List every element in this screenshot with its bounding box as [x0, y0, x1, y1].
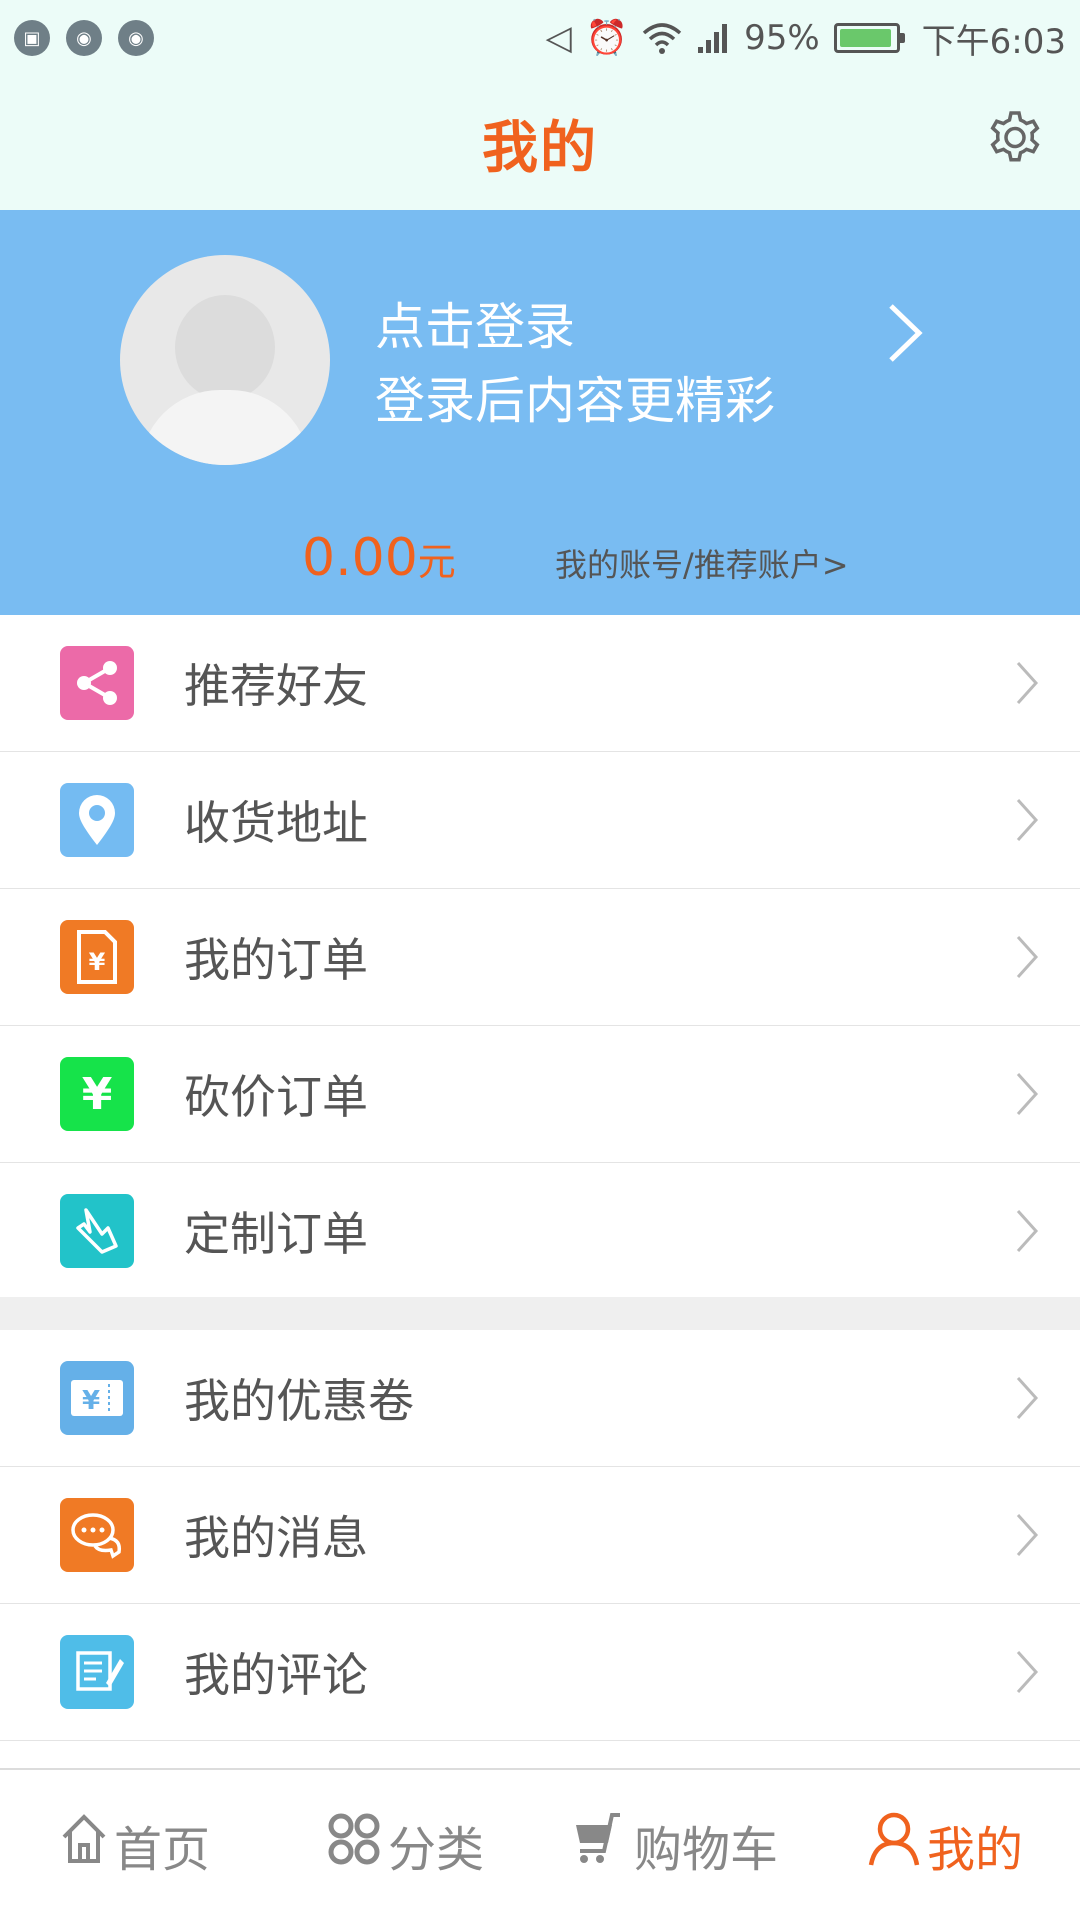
category-icon — [326, 1811, 382, 1879]
balance: 0.00元 — [302, 528, 456, 588]
wifi-icon — [642, 23, 682, 54]
tab-label: 我的 — [926, 1822, 1023, 1878]
hand-pointer-icon — [60, 1194, 134, 1268]
menu-group-account: ¥ 我的优惠卷我的消息我的评论 — [0, 1330, 1080, 1741]
yen-icon: ¥ — [60, 1057, 134, 1131]
page-header: 我的 — [0, 76, 1080, 210]
gear-icon — [990, 111, 1040, 162]
cart-icon — [572, 1813, 628, 1877]
menu-item-label: 我的优惠卷 — [184, 1374, 414, 1428]
tab-label: 购物车 — [633, 1822, 778, 1878]
android-icon: ◉ — [118, 20, 154, 56]
menu-item-label: 我的订单 — [184, 933, 368, 987]
menu-item[interactable]: 我的评论 — [0, 1604, 1080, 1741]
page-title: 我的 — [482, 115, 598, 181]
alarm-icon: ⏰ — [585, 18, 629, 58]
menu-item[interactable]: 定制订单 — [0, 1163, 1080, 1300]
chevron-right-icon — [1014, 659, 1040, 711]
coupon-icon: ¥ — [60, 1361, 134, 1435]
chevron-right-icon — [1014, 1511, 1040, 1563]
menu-item-label: 砍价订单 — [184, 1070, 368, 1124]
account-link[interactable]: 我的账号/推荐账户> — [555, 540, 849, 586]
tab-label: 首页 — [113, 1822, 210, 1878]
menu-item[interactable]: ¥ 砍价订单 — [0, 1026, 1080, 1163]
tab-label: 分类 — [387, 1822, 484, 1878]
svg-text:¥: ¥ — [82, 1386, 100, 1416]
menu-item-label: 定制订单 — [184, 1207, 368, 1261]
battery-icon — [833, 23, 905, 53]
login-subtitle: 登录后内容更精彩 — [375, 372, 775, 430]
login-text[interactable]: 点击登录 登录后内容更精彩 — [375, 290, 775, 438]
order-document-icon: ¥ — [60, 920, 134, 994]
tab-cart[interactable]: 购物车 — [540, 1770, 810, 1920]
balance-unit: 元 — [417, 540, 456, 584]
battery-percent: 95% — [744, 18, 820, 58]
menu-group-orders: 推荐好友收货地址 ¥ 我的订单 ¥ 砍价订单定制订单 — [0, 615, 1080, 1300]
avatar[interactable] — [120, 255, 330, 465]
avatar-head — [175, 295, 275, 400]
signal-icon — [698, 24, 728, 53]
menu-item-label: 推荐好友 — [184, 659, 368, 713]
chevron-right-icon — [1014, 1374, 1040, 1426]
svg-text:¥: ¥ — [89, 948, 106, 976]
menu-item-label: 我的消息 — [184, 1511, 368, 1565]
profile-card[interactable]: 点击登录 登录后内容更精彩 0.00元 我的账号/推荐账户> — [0, 210, 1080, 615]
login-prompt[interactable]: 点击登录 — [375, 290, 775, 364]
menu-item[interactable]: 推荐好友 — [0, 615, 1080, 752]
chevron-right-icon[interactable] — [885, 300, 925, 366]
image-icon: ▣ — [14, 20, 50, 56]
share-icon — [60, 646, 134, 720]
location-pin-icon — [60, 783, 134, 857]
menu-item-label: 我的评论 — [184, 1648, 368, 1702]
chevron-right-icon — [1014, 1070, 1040, 1122]
user-icon — [867, 1811, 921, 1879]
bottom-navigation: 首页 分类 购物车 我的 — [0, 1768, 1080, 1920]
menu-item[interactable]: ¥ 我的优惠卷 — [0, 1330, 1080, 1467]
notification-icons: ▣ ◉ ◉ — [14, 20, 154, 56]
menu-item-label: 收货地址 — [184, 796, 368, 850]
chevron-right-icon — [1014, 796, 1040, 848]
section-divider — [0, 1297, 1080, 1330]
tab-user[interactable]: 我的 — [810, 1770, 1080, 1920]
status-time: 下午6:03 — [921, 21, 1066, 62]
menu-item[interactable]: 我的消息 — [0, 1467, 1080, 1604]
tab-category[interactable]: 分类 — [270, 1770, 540, 1920]
comment-scroll-icon — [60, 1635, 134, 1709]
chevron-right-icon — [1014, 1207, 1040, 1259]
balance-amount: 0.00 — [302, 528, 418, 588]
chevron-right-icon — [1014, 933, 1040, 985]
avatar-body — [140, 390, 310, 465]
svg-text:¥: ¥ — [82, 1069, 113, 1119]
settings-button[interactable] — [980, 106, 1050, 176]
tab-home[interactable]: 首页 — [0, 1770, 270, 1920]
menu-item[interactable]: ¥ 我的订单 — [0, 889, 1080, 1026]
chat-bubbles-icon — [60, 1498, 134, 1572]
menu-item[interactable]: 收货地址 — [0, 752, 1080, 889]
android-icon: ◉ — [66, 20, 102, 56]
chevron-right-icon — [1014, 1648, 1040, 1700]
battery-level-fill — [839, 29, 891, 47]
mute-icon: ◁ — [545, 18, 572, 58]
status-bar: ▣ ◉ ◉ ◁ ⏰ 95% 下午6:03 — [0, 0, 1080, 76]
home-icon — [60, 1813, 108, 1877]
